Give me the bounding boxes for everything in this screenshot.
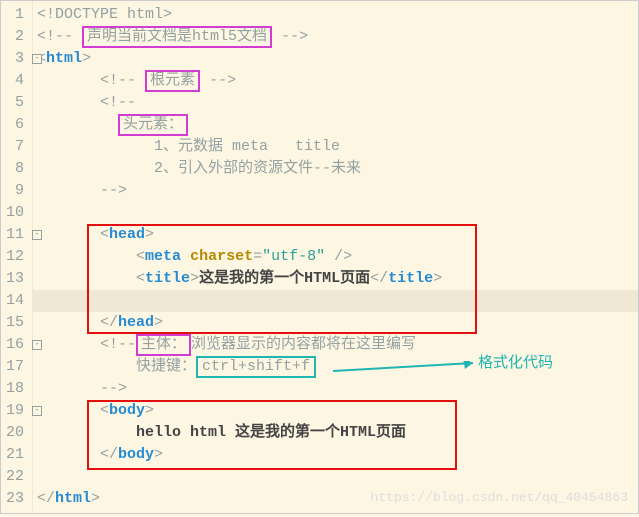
code-line: <!DOCTYPE html>: [33, 4, 638, 26]
code-line-active: [33, 290, 638, 312]
code-line: 2、引入外部的资源文件--未来: [33, 158, 638, 180]
code-editor: 1234567891011121314151617181920212223 <!…: [0, 0, 639, 514]
code-line: - <body>: [33, 400, 638, 422]
code-line: -->: [33, 180, 638, 202]
code-line: <!-- 根元素 -->: [33, 70, 638, 92]
highlight-box: 主体：: [136, 334, 191, 356]
code-line: </body>: [33, 444, 638, 466]
line-numbers: 1234567891011121314151617181920212223: [1, 1, 33, 513]
watermark: https://blog.csdn.net/qq_40454863: [371, 490, 628, 505]
code-line: [33, 466, 638, 488]
fold-icon[interactable]: -: [32, 340, 42, 350]
code-line: -<html>: [33, 48, 638, 70]
highlight-box: 根元素: [145, 70, 200, 92]
code-line: <meta charset="utf-8" />: [33, 246, 638, 268]
highlight-box: 头元素：: [118, 114, 188, 136]
code-line: </head>: [33, 312, 638, 334]
code-line: <title>这是我的第一个HTML页面</title>: [33, 268, 638, 290]
highlight-box: 声明当前文档是html5文档: [82, 26, 272, 48]
doctype: <!DOCTYPE html>: [37, 6, 172, 23]
fold-icon[interactable]: -: [32, 230, 42, 240]
fold-icon[interactable]: -: [32, 54, 42, 64]
code-area[interactable]: <!DOCTYPE html> <!-- 声明当前文档是html5文档 --> …: [33, 1, 638, 513]
annotation-label: 格式化代码: [478, 351, 553, 372]
fold-icon[interactable]: -: [32, 406, 42, 416]
code-line: -->: [33, 378, 638, 400]
code-line: <!-- 声明当前文档是html5文档 -->: [33, 26, 638, 48]
code-line: 头元素：: [33, 114, 638, 136]
code-line: <!--: [33, 92, 638, 114]
code-line: - <head>: [33, 224, 638, 246]
code-line: 1、元数据 meta title: [33, 136, 638, 158]
code-line: hello html 这是我的第一个HTML页面: [33, 422, 638, 444]
shortcut-box: ctrl+shift+f: [196, 356, 316, 378]
code-line: [33, 202, 638, 224]
